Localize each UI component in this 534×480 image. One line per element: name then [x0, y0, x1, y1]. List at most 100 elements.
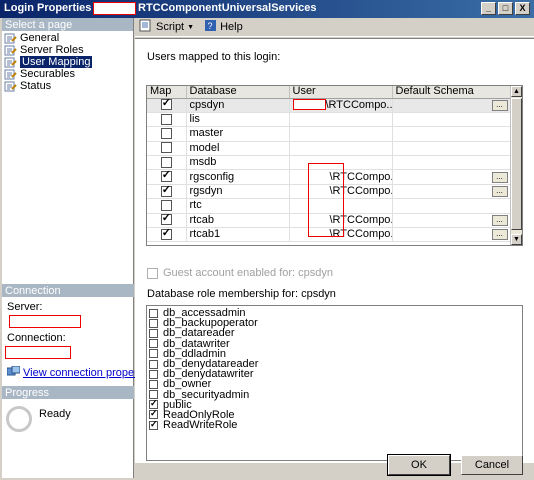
default-schema-cell[interactable] — [392, 126, 512, 142]
maximize-button[interactable]: □ — [498, 2, 513, 15]
database-cell: msdb — [186, 155, 290, 171]
database-cell: master — [186, 126, 290, 142]
user-cell[interactable]: \RTCCompo... — [289, 98, 393, 113]
browse-schema-button[interactable]: ... — [491, 99, 508, 111]
map-checkbox[interactable] — [160, 200, 172, 212]
default-schema-cell[interactable]: ... — [392, 227, 512, 243]
table-row[interactable]: master — [147, 126, 512, 142]
database-cell: lis — [186, 112, 290, 128]
scroll-down-icon[interactable]: ▼ — [511, 234, 522, 245]
title-bar[interactable]: Login Properties - RTCComponentUniversal… — [0, 0, 534, 18]
window-title-suffix: RTCComponentUniversalServices — [138, 2, 317, 14]
map-checkbox[interactable] — [160, 113, 172, 125]
users-mapped-label: Users mapped to this login: — [147, 51, 281, 63]
map-checkbox[interactable] — [160, 184, 172, 197]
database-cell: model — [186, 141, 290, 157]
page-item-general[interactable]: General — [4, 32, 133, 44]
browse-schema-button[interactable]: ... — [491, 171, 508, 183]
page-item-securables[interactable]: Securables — [4, 68, 133, 80]
cancel-button[interactable]: Cancel — [461, 455, 523, 475]
page-wrench-icon — [4, 57, 17, 68]
select-page-header: Select a page — [2, 18, 133, 31]
page-label-status: Status — [20, 80, 52, 92]
map-checkbox[interactable] — [160, 156, 172, 168]
role-checkbox[interactable] — [149, 369, 158, 379]
list-item[interactable]: db_owner — [149, 379, 522, 390]
redacted-server-value — [9, 315, 81, 328]
server-label: Server: — [7, 301, 43, 313]
database-cell: rtcab — [186, 213, 290, 229]
connection-section: Connection Server: Connection: View conn… — [2, 284, 155, 380]
minimize-button[interactable]: _ — [481, 2, 496, 15]
default-schema-cell[interactable] — [392, 155, 512, 171]
guest-account-label: Guest account enabled for: cpsdyn — [163, 267, 333, 279]
map-checkbox[interactable] — [160, 228, 172, 240]
role-checkbox[interactable] — [149, 308, 158, 318]
map-checkbox[interactable] — [160, 213, 172, 226]
map-checkbox[interactable] — [160, 128, 172, 140]
browse-schema-button[interactable]: ... — [491, 229, 508, 241]
column-header-user[interactable]: User — [289, 86, 393, 99]
page-wrench-icon — [4, 69, 17, 80]
default-schema-cell[interactable]: ... — [392, 184, 512, 200]
table-header-row: Map Database User Default Schema — [147, 86, 512, 99]
redacted-connection-value — [5, 346, 71, 359]
ok-button[interactable]: OK — [387, 454, 451, 476]
map-cell — [147, 213, 187, 229]
page-item-status[interactable]: Status — [4, 80, 133, 92]
role-checkbox[interactable] — [149, 349, 158, 359]
column-header-map[interactable]: Map — [147, 86, 187, 99]
connection-properties-icon — [6, 365, 21, 380]
close-button[interactable]: X — [515, 2, 530, 15]
help-icon: ? — [204, 19, 217, 35]
map-checkbox[interactable] — [160, 170, 172, 183]
page-item-server-roles[interactable]: Server Roles — [4, 44, 133, 56]
role-checkbox[interactable] — [149, 359, 158, 369]
user-cell[interactable] — [289, 126, 393, 142]
default-schema-cell[interactable] — [392, 112, 512, 128]
role-checkbox[interactable] — [149, 318, 158, 328]
default-schema-cell[interactable] — [392, 141, 512, 157]
page-item-user-mapping[interactable]: User Mapping — [4, 56, 133, 68]
role-checkbox[interactable] — [149, 339, 158, 349]
role-label: ReadWriteRole — [163, 419, 238, 432]
scroll-up-icon[interactable]: ▲ — [511, 86, 522, 97]
window-title: Login Properties - — [4, 2, 99, 14]
column-header-database[interactable]: Database — [186, 86, 290, 99]
table-row[interactable]: model — [147, 141, 512, 157]
list-item[interactable]: ReadWriteRole — [149, 419, 522, 432]
role-checkbox[interactable] — [149, 379, 158, 389]
help-button[interactable]: ? Help — [204, 19, 243, 35]
default-schema-cell[interactable]: ... — [392, 213, 512, 229]
help-label: Help — [220, 21, 243, 33]
progress-section: Progress Ready — [2, 386, 134, 432]
map-cell — [147, 155, 187, 171]
table-row[interactable]: cpsdyn \RTCCompo...... — [147, 98, 512, 113]
page-label-general: General — [20, 32, 60, 44]
user-cell[interactable] — [289, 112, 393, 128]
browse-schema-button[interactable]: ... — [491, 214, 508, 226]
grid-scrollbar[interactable]: ▲ ▼ — [510, 86, 522, 245]
progress-spinner-icon — [6, 406, 32, 432]
page-wrench-icon — [4, 45, 17, 56]
database-cell: rgsdyn — [186, 184, 290, 200]
default-schema-cell[interactable]: ... — [392, 169, 512, 185]
user-cell[interactable] — [289, 141, 393, 157]
column-header-default-schema[interactable]: Default Schema — [392, 86, 512, 99]
browse-schema-button[interactable]: ... — [491, 186, 508, 198]
map-checkbox[interactable] — [160, 142, 172, 154]
scroll-thumb[interactable] — [511, 98, 522, 230]
list-item[interactable]: db_securityadmin — [149, 389, 522, 400]
role-checkbox[interactable] — [149, 328, 158, 338]
map-cell — [147, 126, 187, 142]
default-schema-cell[interactable] — [392, 198, 512, 214]
map-checkbox[interactable] — [160, 98, 172, 111]
script-button[interactable]: Script ▼ — [139, 19, 194, 35]
user-mapping-grid[interactable]: Map Database User Default Schema cpsdyn \… — [146, 85, 523, 246]
table-row[interactable]: lis — [147, 112, 512, 128]
chevron-down-icon[interactable]: ▼ — [187, 24, 194, 31]
role-checkbox[interactable] — [149, 419, 158, 430]
redacted-user-names — [308, 163, 344, 237]
page-wrench-icon — [4, 81, 17, 92]
default-schema-cell[interactable]: ... — [392, 98, 512, 113]
